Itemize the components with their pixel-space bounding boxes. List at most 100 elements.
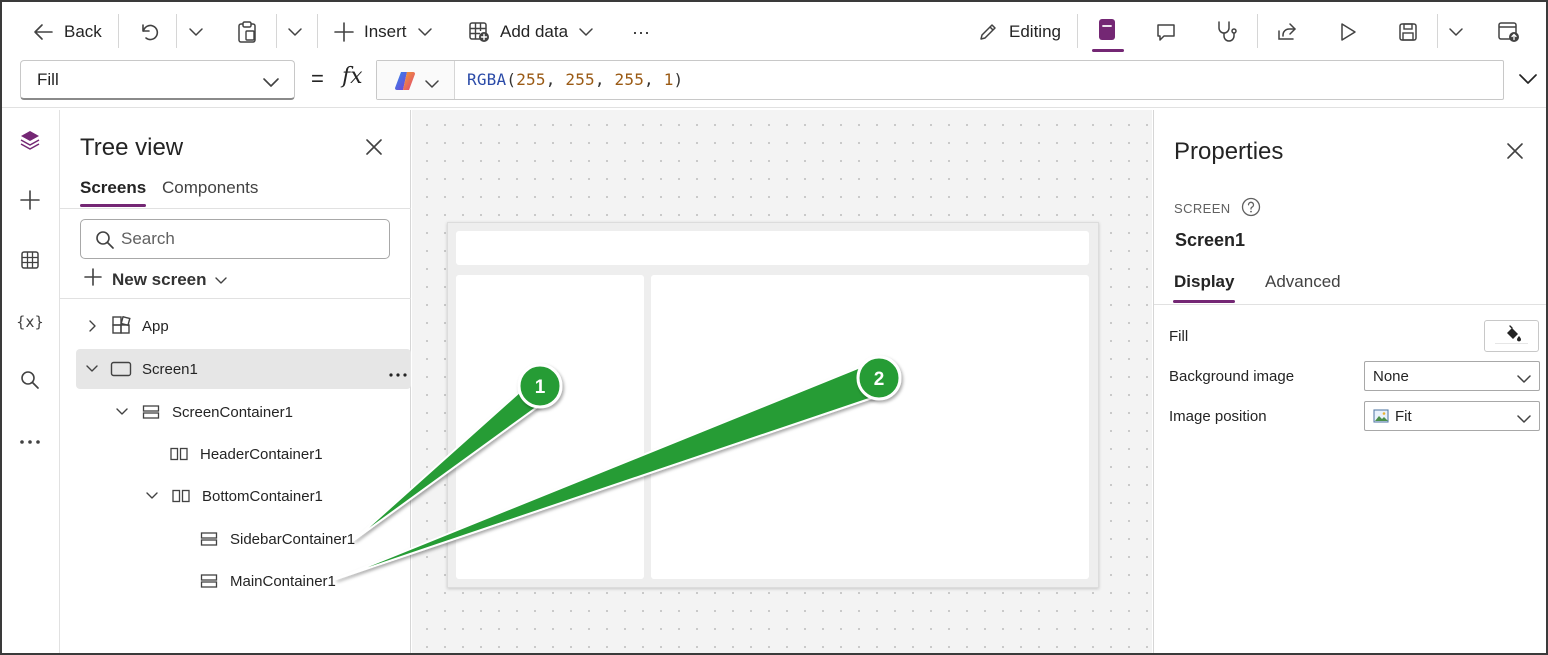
active-tab-indicator [1173,300,1236,303]
screen1-preview[interactable] [447,222,1099,588]
save-menu-button[interactable] [1448,12,1464,52]
fill-color-picker[interactable] [1484,320,1539,352]
tree-node-header-container[interactable]: HeaderContainer1 [168,434,323,474]
fill-label: Fill [1169,328,1189,345]
chevron-down-icon [578,27,594,37]
data-nav-button[interactable] [16,248,44,276]
separator [176,14,177,48]
sidebar-container-preview[interactable] [456,275,644,579]
undo-button[interactable] [138,12,160,52]
separator [276,14,277,48]
paste-menu-button[interactable] [287,12,303,52]
insert-button[interactable]: Insert [334,12,433,52]
more-icon [19,429,41,450]
horizontal-container-icon [168,447,190,461]
expand-formula-bar-button[interactable] [1518,72,1538,90]
tree-search-input[interactable]: Search [80,219,390,259]
copilot-button[interactable] [377,61,455,99]
left-rail: {x} [2,110,60,653]
more-options-icon[interactable] [389,361,407,382]
image-position-value: Fit [1395,407,1412,425]
app-checker-button[interactable] [1214,12,1238,52]
search-nav-button[interactable] [16,368,44,396]
main-container-preview[interactable] [651,275,1089,579]
tab-display[interactable]: Display [1173,272,1236,303]
image-position-dropdown[interactable]: Fit [1364,401,1540,431]
chevron-down-icon [214,270,227,290]
plus-icon [84,268,102,291]
close-properties-button[interactable] [1506,142,1524,165]
vertical-container-icon [198,532,220,546]
tree-node-label: BottomContainer1 [202,487,323,505]
horizontal-container-icon [170,489,192,503]
close-icon [1506,143,1524,164]
back-label: Back [64,22,102,41]
table-icon [20,250,40,275]
editing-mode-button[interactable]: Editing [977,12,1061,52]
header-container-preview[interactable] [456,231,1089,265]
share-button[interactable] [1276,12,1298,52]
chevron-down-icon[interactable] [144,492,160,500]
plus-icon [20,189,40,215]
close-icon [365,139,383,160]
tree-node-bottom-container[interactable]: BottomContainer1 [144,476,323,516]
background-image-label: Background image [1169,368,1295,385]
command-bar: Back Insert Add data ··· Editing [2,2,1546,58]
help-icon[interactable] [1241,197,1261,220]
back-button[interactable]: Back [32,12,102,52]
publish-button[interactable] [1497,12,1521,52]
properties-panel: Properties SCREEN Screen1 Display Advanc… [1153,110,1546,653]
copilot-icon [393,70,417,97]
tab-label: Screens [80,178,147,197]
more-nav-button[interactable] [16,425,44,453]
app-checker-notes-button[interactable] [1088,12,1128,52]
tree-view-panel: Tree view Screens Components Search New … [60,110,411,653]
add-data-label: Add data [500,22,569,41]
add-data-button[interactable]: Add data [468,12,594,52]
tree-node-screen1[interactable]: Screen1 [76,349,411,389]
close-tree-view-button[interactable] [365,138,383,161]
new-screen-button[interactable]: New screen [84,268,227,291]
separator [1257,14,1258,48]
property-dropdown[interactable]: Fill [20,60,295,100]
paste-button[interactable] [236,12,258,52]
fx-icon: fx [342,64,363,89]
tree-node-sidebar-container[interactable]: SidebarContainer1 [198,519,355,559]
stethoscope-icon [1214,20,1238,44]
control-type-label: SCREEN [1174,201,1231,216]
chevron-down-icon[interactable] [114,408,130,416]
chevron-down-icon [1448,27,1464,37]
variables-nav-button[interactable]: {x} [16,308,44,336]
divider [60,208,411,209]
properties-title: Properties [1174,138,1284,165]
tree-node-app[interactable]: App [84,306,169,346]
preview-button[interactable] [1338,12,1358,52]
undo-menu-button[interactable] [188,12,204,52]
chevron-down-icon [1517,371,1531,388]
insert-nav-button[interactable] [16,188,44,216]
chevron-down-icon[interactable] [84,365,100,373]
formula-input[interactable]: RGBA(255, 255, 255, 1) [376,60,1504,100]
insert-label: Insert [364,22,407,41]
tree-node-screen-container[interactable]: ScreenContainer1 [114,392,293,432]
tree-view-nav-button[interactable] [16,128,44,156]
tree-node-label: HeaderContainer1 [200,445,323,463]
equals-sign: = [311,66,324,91]
chevron-down-icon [287,27,303,37]
more-commands-button[interactable]: ··· [632,12,650,52]
active-indicator [1092,49,1124,52]
fill-color-swatch [1495,343,1528,346]
tree-node-main-container[interactable]: MainContainer1 [198,561,336,601]
tab-screens[interactable]: Screens [80,178,147,207]
save-button[interactable] [1397,12,1419,52]
design-canvas[interactable] [412,110,1152,653]
background-image-dropdown[interactable]: None [1364,361,1540,391]
pencil-icon [977,21,999,43]
arrow-left-icon [32,22,54,42]
control-type: SCREEN [1174,197,1261,220]
formula-text[interactable]: RGBA(255, 255, 255, 1) [467,70,683,89]
tab-advanced[interactable]: Advanced [1265,272,1341,292]
tab-components[interactable]: Components [162,178,258,198]
chevron-right-icon[interactable] [84,320,100,332]
comments-button[interactable] [1155,12,1177,52]
